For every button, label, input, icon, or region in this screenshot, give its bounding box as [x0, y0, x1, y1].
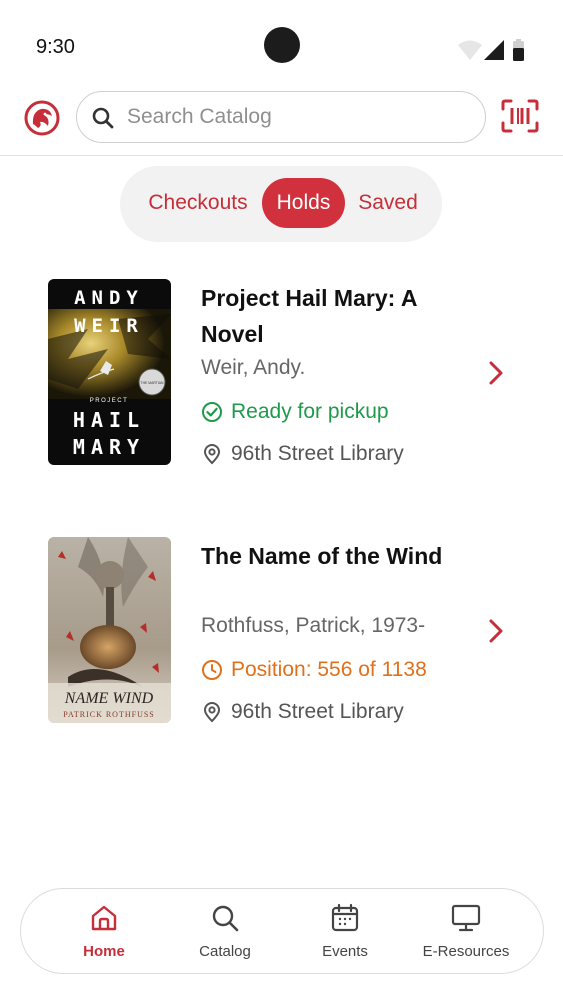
pickup-location-text: 96th Street Library — [231, 442, 404, 465]
pickup-location-text: 96th Street Library — [231, 700, 404, 723]
cover-title: NAME WIND — [64, 690, 154, 707]
book-title: Project Hail Mary: A Novel — [201, 285, 417, 347]
location-pin-icon — [203, 444, 221, 465]
cover-author: PATRICK ROTHFUSS — [63, 710, 155, 719]
hold-status-text: Position: 556 of 1138 — [231, 658, 427, 681]
calendar-icon — [331, 903, 359, 932]
nav-catalog[interactable]: Catalog — [170, 899, 280, 965]
tab-checkouts[interactable]: Checkouts — [138, 178, 258, 228]
book-cover-image: NAME WIND PATRICK ROTHFUSS — [48, 537, 171, 723]
hold-list-item[interactable]: NAME WIND PATRICK ROTHFUSS The Name of t… — [0, 536, 563, 736]
cover-author-line: ANDY — [74, 287, 144, 309]
cover-title-line: HAIL — [73, 408, 145, 432]
check-circle-icon — [202, 402, 222, 422]
hold-list-item[interactable]: THE MARTIAN ANDY WEIR PROJECT HAIL MARY … — [0, 278, 563, 478]
status-time: 9:30 — [36, 36, 75, 58]
status-icons — [456, 38, 532, 62]
search-icon — [92, 107, 114, 129]
front-camera — [264, 27, 300, 63]
search-input[interactable] — [127, 92, 467, 141]
cover-subtitle: PROJECT — [90, 398, 129, 404]
nav-events-label: Events — [322, 943, 368, 960]
chevron-right-icon[interactable] — [486, 618, 506, 644]
search-icon — [212, 905, 239, 932]
tab-holds[interactable]: Holds — [262, 178, 345, 228]
nav-e-resources[interactable]: E-Resources — [411, 899, 521, 965]
hold-status-text: Ready for pickup — [231, 400, 389, 423]
library-lion-logo-icon[interactable] — [24, 100, 60, 136]
signal-icon — [484, 40, 504, 60]
book-author: Weir, Andy. — [201, 356, 306, 379]
status-bar: 9:30 — [0, 0, 563, 90]
bottom-navigation: Home Catalog Events E-Resources — [20, 888, 544, 974]
home-icon — [91, 905, 117, 931]
monitor-icon — [451, 904, 481, 932]
book-author: Rothfuss, Patrick, 1973- — [201, 614, 426, 637]
book-title: The Name of the Wind — [201, 543, 443, 569]
nav-e-resources-label: E-Resources — [422, 943, 510, 960]
nav-home-label: Home — [83, 943, 125, 960]
battery-icon — [513, 39, 524, 61]
cover-title-line: MARY — [73, 435, 145, 459]
loans-tab-switcher: Checkouts Holds Saved — [120, 166, 442, 242]
cover-author-line: WEIR — [74, 315, 144, 337]
nav-events[interactable]: Events — [290, 899, 400, 965]
barcode-scan-button[interactable] — [501, 99, 539, 133]
clock-icon — [202, 660, 222, 680]
barcode-scan-icon — [501, 99, 539, 133]
book-cover-image: THE MARTIAN ANDY WEIR PROJECT HAIL MARY — [48, 279, 171, 465]
search-bar[interactable] — [76, 91, 486, 143]
chevron-right-icon[interactable] — [486, 360, 506, 386]
cover-badge-text: THE MARTIAN — [141, 381, 164, 385]
location-pin-icon — [203, 702, 221, 723]
nav-catalog-label: Catalog — [199, 943, 251, 960]
nav-home[interactable]: Home — [49, 899, 159, 965]
app-header — [0, 88, 563, 156]
tab-saved[interactable]: Saved — [349, 178, 427, 228]
wifi-icon — [458, 40, 482, 60]
